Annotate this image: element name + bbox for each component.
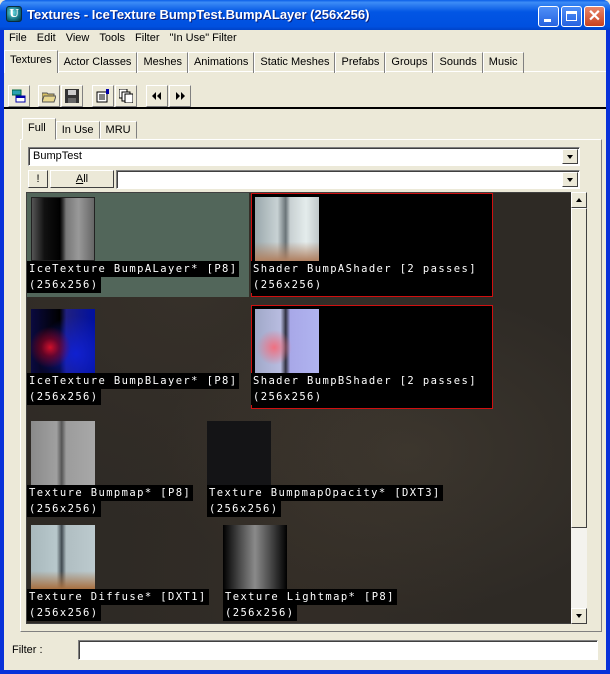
texture-name: IceTexture BumpBLayer* [P8]: [27, 373, 240, 389]
save-button[interactable]: [61, 85, 83, 107]
texture-name: IceTexture BumpALayer* [P8]: [27, 261, 240, 277]
tab-full[interactable]: Full: [22, 118, 56, 140]
browser-tabs: Textures Actor Classes Meshes Animations…: [4, 50, 606, 73]
minimize-button[interactable]: [538, 6, 559, 27]
tab-actor-classes[interactable]: Actor Classes: [57, 52, 138, 73]
tab-static-meshes[interactable]: Static Meshes: [254, 52, 336, 73]
texture-thumbnail: [223, 525, 287, 589]
texture-size: (256x256): [27, 389, 101, 405]
package-combo[interactable]: BumpTest: [28, 147, 580, 166]
duplicate-button[interactable]: [115, 85, 137, 107]
texture-thumbnail: [207, 421, 271, 485]
previous-icon: [152, 92, 161, 100]
duplicate-icon: [119, 89, 133, 103]
texture-tile[interactable]: Shader BumpAShader [2 passes] (256x256): [251, 193, 493, 297]
menu-in-use-filter[interactable]: "In Use" Filter: [165, 30, 242, 48]
menu-file[interactable]: File: [4, 30, 32, 48]
properties-button[interactable]: [92, 85, 114, 107]
texture-size: (256x256): [27, 277, 101, 293]
texture-thumbnail: [31, 197, 95, 261]
scroll-up-button[interactable]: [571, 192, 587, 208]
texture-thumbnail: [255, 309, 319, 373]
maximize-icon: [566, 11, 577, 21]
save-disk-icon: [65, 89, 79, 103]
tab-in-use[interactable]: In Use: [55, 121, 100, 139]
menu-edit[interactable]: Edit: [32, 30, 61, 48]
tab-mru[interactable]: MRU: [99, 121, 137, 139]
next-button[interactable]: [169, 85, 191, 107]
tab-textures[interactable]: Textures: [4, 50, 58, 73]
texture-name: Shader BumpBShader [2 passes]: [251, 373, 479, 389]
tab-animations[interactable]: Animations: [187, 52, 255, 73]
all-button-label: ll: [83, 173, 89, 185]
properties-icon: [96, 89, 109, 103]
chevron-down-icon[interactable]: [562, 149, 578, 164]
view-tabs: Full In Use MRU: [22, 118, 137, 140]
texture-name: Texture Diffuse* [DXT1]: [27, 589, 209, 605]
client-area: File Edit View Tools Filter "In Use" Fil…: [4, 30, 606, 670]
unreal-u-icon: U: [6, 6, 22, 22]
texture-name: Texture Bumpmap* [P8]: [27, 485, 194, 501]
close-icon: ✕: [587, 8, 602, 25]
tab-groups[interactable]: Groups: [385, 52, 434, 73]
browser-windows-icon: [12, 89, 26, 103]
menu-view[interactable]: View: [61, 30, 95, 48]
scroll-thumb[interactable]: [571, 208, 587, 528]
tab-music[interactable]: Music: [482, 52, 524, 73]
texture-size: (256x256): [251, 277, 325, 293]
title-bar[interactable]: U Textures - IceTexture BumpTest.BumpALa…: [0, 0, 610, 30]
close-button[interactable]: ✕: [584, 6, 605, 27]
filter-label: Filter :: [12, 644, 43, 656]
texture-size: (256x256): [223, 605, 297, 621]
bang-button[interactable]: !: [28, 170, 48, 188]
previous-button[interactable]: [146, 85, 168, 107]
menu-filter[interactable]: Filter: [130, 30, 164, 48]
texture-name: Texture BumpmapOpacity* [DXT3]: [207, 485, 443, 501]
menu-tools[interactable]: Tools: [94, 30, 130, 48]
tab-meshes[interactable]: Meshes: [137, 52, 188, 73]
texture-browser-grid[interactable]: IceTexture BumpALayer* [P8] (256x256) Sh…: [26, 192, 572, 624]
filter-input[interactable]: [78, 640, 598, 660]
texture-size: (256x256): [27, 605, 101, 621]
window-title: Textures - IceTexture BumpTest.BumpALaye…: [27, 7, 370, 22]
texture-name: Texture Lightmap* [P8]: [223, 589, 397, 605]
vertical-scrollbar[interactable]: [571, 192, 587, 624]
texture-tile[interactable]: Texture BumpmapOpacity* [DXT3] (256x256): [207, 417, 447, 521]
toolbar: [4, 82, 606, 109]
texture-tile[interactable]: IceTexture BumpBLayer* [P8] (256x256): [27, 305, 249, 409]
texture-thumbnail: [31, 421, 95, 485]
texture-size: (256x256): [251, 389, 325, 405]
group-combo[interactable]: [116, 170, 580, 189]
menu-bar: File Edit View Tools Filter "In Use" Fil…: [4, 30, 606, 48]
textures-browser-window: U Textures - IceTexture BumpTest.BumpALa…: [0, 0, 610, 674]
all-button[interactable]: All: [50, 170, 114, 188]
texture-thumbnail: [31, 525, 95, 589]
maximize-button[interactable]: [561, 6, 582, 27]
tab-sounds[interactable]: Sounds: [433, 52, 483, 73]
next-icon: [176, 92, 185, 100]
texture-size: (256x256): [27, 501, 101, 517]
chevron-down-icon[interactable]: [562, 172, 578, 187]
scroll-down-button[interactable]: [571, 608, 587, 624]
tab-prefabs[interactable]: Prefabs: [335, 52, 386, 73]
package-combo-value: BumpTest: [33, 150, 82, 162]
texture-thumbnail: [31, 309, 95, 373]
open-button[interactable]: [38, 85, 60, 107]
minimize-icon: [544, 19, 551, 22]
texture-tile[interactable]: Texture Diffuse* [DXT1] (256x256): [27, 521, 217, 623]
texture-thumbnail: [255, 197, 319, 261]
texture-tile[interactable]: Shader BumpBShader [2 passes] (256x256): [251, 305, 493, 409]
browser-windows-button[interactable]: [8, 85, 30, 107]
texture-tile[interactable]: IceTexture BumpALayer* [P8] (256x256): [27, 193, 249, 297]
texture-tile[interactable]: Texture Lightmap* [P8] (256x256): [223, 521, 403, 623]
texture-size: (256x256): [207, 501, 281, 517]
open-folder-icon: [42, 92, 56, 103]
texture-tile[interactable]: Texture Bumpmap* [P8] (256x256): [27, 417, 203, 521]
texture-name: Shader BumpAShader [2 passes]: [251, 261, 479, 277]
